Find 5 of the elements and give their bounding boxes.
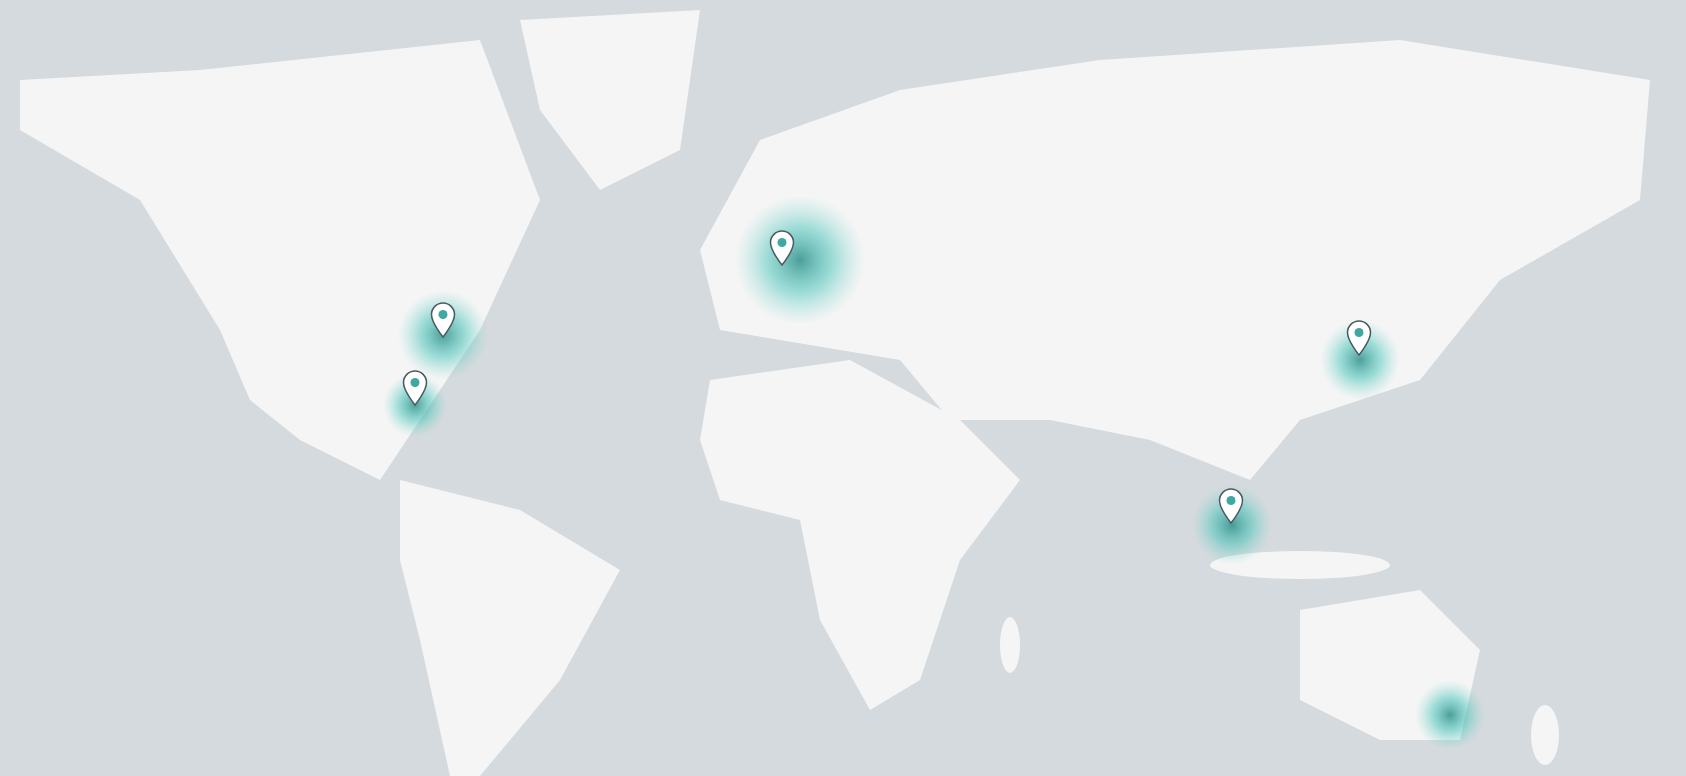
map-pin-icon[interactable] xyxy=(1346,320,1372,356)
map-pin-icon[interactable] xyxy=(402,370,428,406)
map-pin-icon[interactable] xyxy=(430,302,456,338)
map-pin-icon[interactable] xyxy=(1218,488,1244,524)
map-pin-icon[interactable] xyxy=(769,230,795,266)
